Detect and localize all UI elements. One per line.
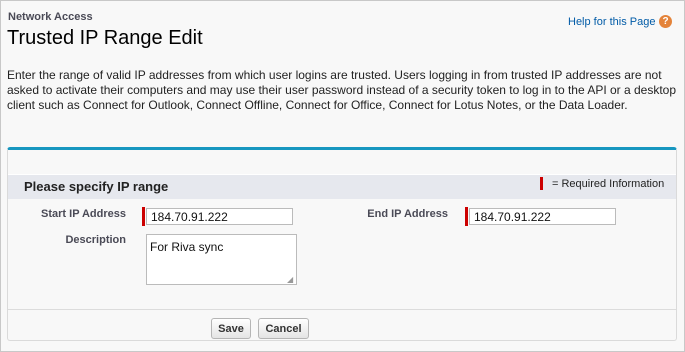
end-ip-required-icon [465,207,468,226]
panel-header: Please specify IP range = Required Infor… [8,174,676,199]
divider [8,309,676,310]
end-ip-label: End IP Address [367,208,448,220]
start-ip-input[interactable] [146,208,293,225]
panel-title: Please specify IP range [24,179,169,194]
save-button[interactable]: Save [211,318,251,339]
cancel-button[interactable]: Cancel [258,318,309,339]
required-indicator-icon [540,177,543,190]
description-label: Description [65,234,126,246]
intro-text: Enter the range of valid IP addresses fr… [7,68,677,112]
page-title: Trusted IP Range Edit [7,27,203,49]
resize-handle-icon[interactable]: ◢ [287,276,295,284]
required-info-text: = Required Information [552,178,665,190]
start-ip-label: Start IP Address [41,208,126,220]
start-ip-required-icon [142,207,145,226]
help-link[interactable]: Help for this Page [568,16,655,28]
end-ip-input[interactable] [469,208,616,225]
section-label: Network Access [8,11,93,23]
help-icon[interactable]: ? [659,15,672,28]
description-textarea[interactable]: For Riva sync [146,234,297,285]
